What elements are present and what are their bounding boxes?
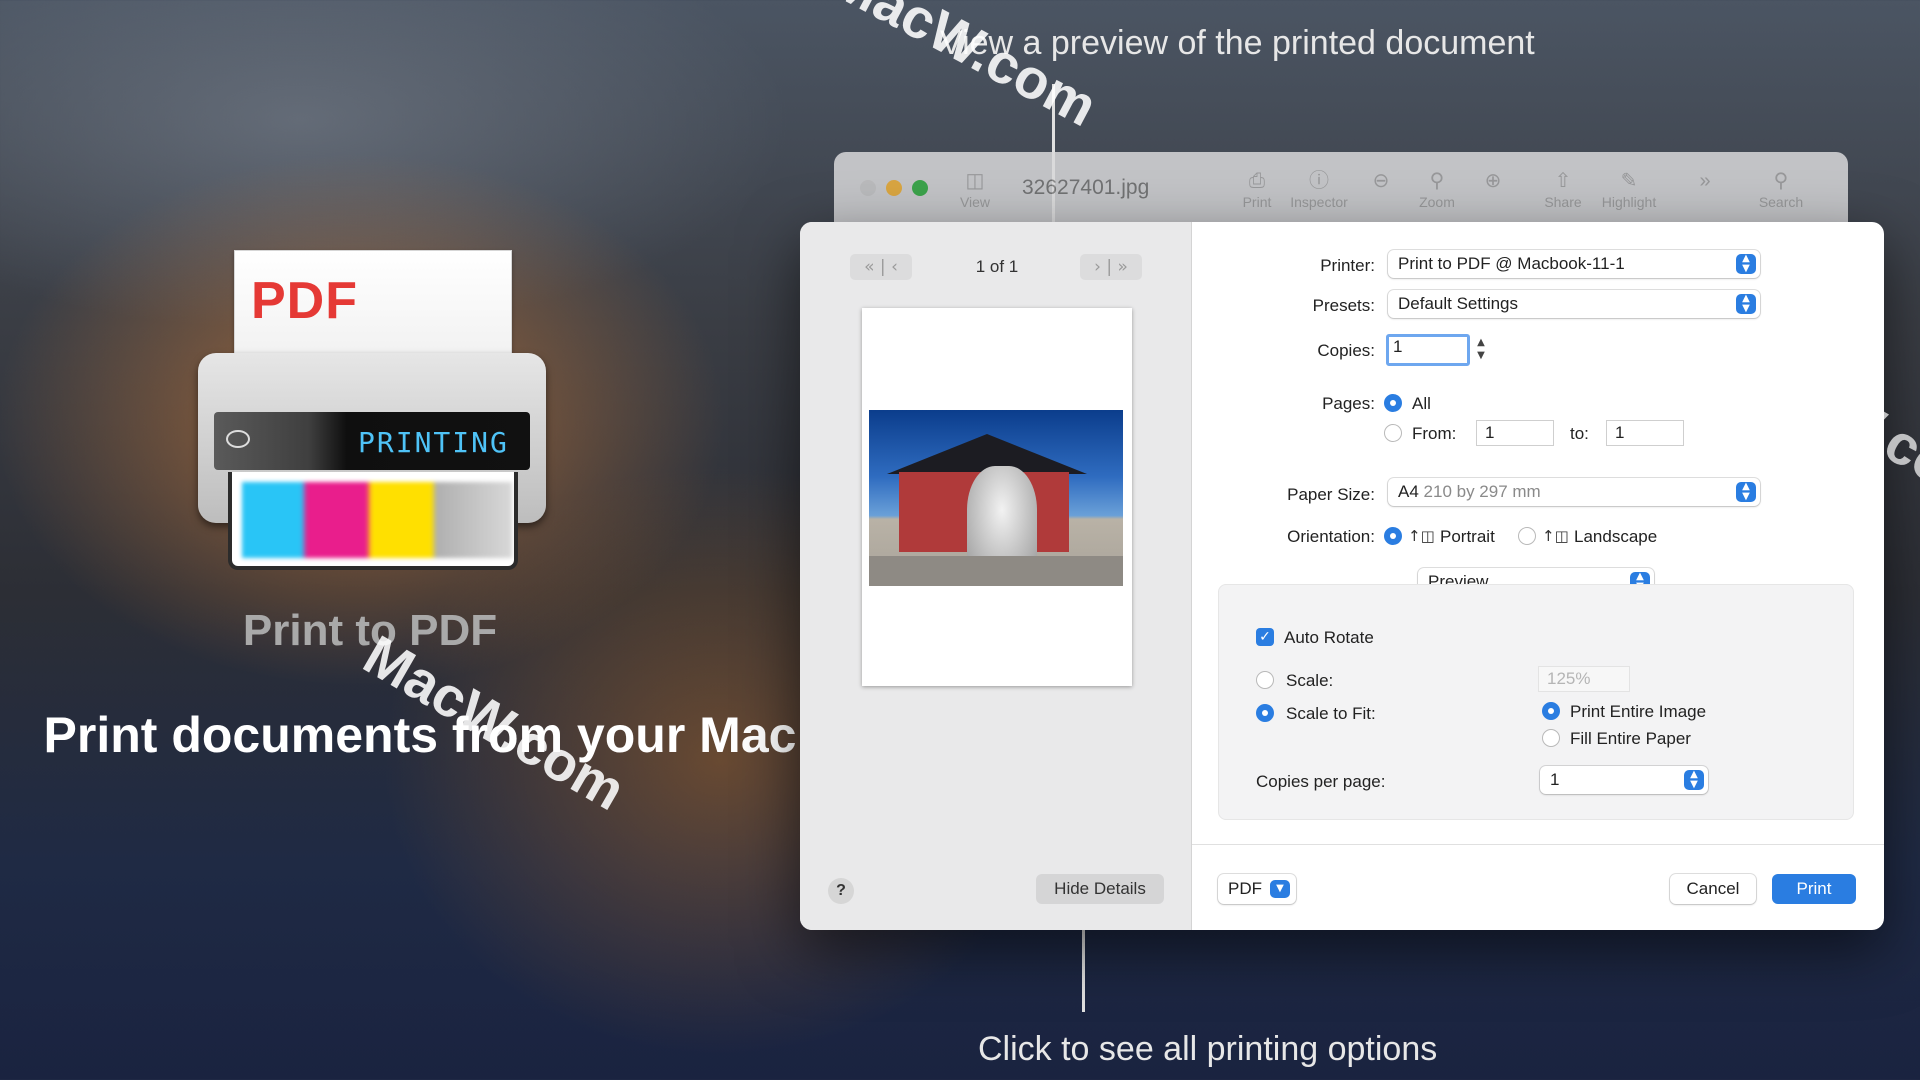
toolbar-view[interactable]: ◫ View <box>940 168 1010 210</box>
tagline: Print documents from your Mac <box>43 707 797 763</box>
toolbar-search[interactable]: ⚲ Search <box>1746 168 1816 210</box>
orientation-label: Orientation: <box>1287 527 1375 546</box>
sidebar-icon: ◫ <box>965 170 985 192</box>
fill-entire-paper-label: Fill Entire Paper <box>1570 729 1691 748</box>
printer-popup[interactable]: Print to PDF @ Macbook-11-1 ▲ ▼ <box>1388 250 1760 278</box>
printer-illustration: PDF PRINTING <box>198 248 546 574</box>
auto-rotate-checkbox[interactable]: ✓ <box>1256 628 1274 646</box>
pages-label: Pages: <box>1322 394 1375 413</box>
preview-photo <box>869 410 1123 586</box>
window-title: 32627401.jpg <box>1022 176 1150 199</box>
minimize-window-icon[interactable] <box>886 180 902 196</box>
cancel-button[interactable]: Cancel <box>1670 874 1756 904</box>
callout-line-bottom <box>1082 920 1085 1012</box>
callout-options: Click to see all printing options <box>978 1030 1438 1068</box>
printer-logo-icon <box>226 430 250 448</box>
scale-to-fit-label: Scale to Fit: <box>1286 704 1376 723</box>
page-preview <box>862 308 1132 686</box>
printer-label: Printer: <box>1320 256 1375 275</box>
landscape-radio[interactable] <box>1518 527 1536 545</box>
landscape-icon: ↑◫ <box>1542 527 1569 545</box>
ink-colors <box>242 482 512 558</box>
presets-popup[interactable]: Default Settings ▲ ▼ <box>1388 290 1760 318</box>
hide-details-button[interactable]: Hide Details <box>1036 874 1164 904</box>
search-icon: ⚲ <box>1773 170 1789 192</box>
scale-radio[interactable] <box>1256 671 1274 689</box>
popup-arrows-icon: ▲▼ <box>1736 482 1756 502</box>
preview-pane: « | ‹ 1 of 1 › | » ? Hide Details <box>800 222 1192 930</box>
chevron-down-icon: ▼ <box>1270 880 1290 898</box>
portrait-icon: ↑◫ <box>1408 527 1435 545</box>
toolbar-share[interactable]: ⇧ Share <box>1528 168 1598 210</box>
portrait-label: Portrait <box>1440 527 1495 546</box>
pages-from-field[interactable]: 1 <box>1476 420 1554 446</box>
print-entire-image-label: Print Entire Image <box>1570 702 1707 721</box>
paper-pdf-text: PDF <box>251 272 358 330</box>
landscape-label: Landscape <box>1574 527 1658 546</box>
toolbar-more[interactable]: » <box>1670 168 1740 194</box>
copies-stepper-icon[interactable]: ▲ ▼ <box>1474 336 1488 364</box>
first-prev-page-buttons[interactable]: « | ‹ <box>850 254 912 280</box>
help-button[interactable]: ? <box>828 878 854 904</box>
watermark: MacW.com <box>822 0 1108 139</box>
copies-field[interactable]: 1 <box>1386 334 1470 366</box>
auto-rotate-label: Auto Rotate <box>1284 628 1374 647</box>
copies-per-page-popup[interactable]: 1 ▲ ▼ <box>1540 766 1708 794</box>
info-icon: ⓘ <box>1309 170 1329 192</box>
pages-all-label: All <box>1412 394 1431 413</box>
printer-tray <box>228 472 518 570</box>
callout-preview: View a preview of the printed document <box>940 24 1535 62</box>
scale-to-fit-radio[interactable] <box>1256 704 1274 722</box>
popup-arrows-icon: ▲▼ <box>1736 294 1756 314</box>
previous-page-icon[interactable]: ‹ <box>891 257 898 277</box>
scale-label: Scale: <box>1286 671 1334 690</box>
scale-field[interactable]: 125% <box>1538 666 1630 692</box>
printer-screen-text: PRINTING <box>358 426 509 459</box>
print-button[interactable]: Print <box>1772 874 1856 904</box>
print-dialog: « | ‹ 1 of 1 › | » ? Hide Details Printe… <box>800 222 1884 930</box>
pdf-menu-button[interactable]: PDF ▼ <box>1218 874 1296 904</box>
toolbar-zoom-in[interactable]: ⊕ <box>1458 168 1528 194</box>
copies-per-page-label: Copies per page: <box>1256 772 1386 791</box>
next-last-page-buttons[interactable]: › | » <box>1080 254 1142 280</box>
pages-all-radio[interactable] <box>1384 394 1402 412</box>
pages-to-label: to: <box>1570 424 1589 443</box>
first-page-icon[interactable]: « <box>864 257 874 277</box>
footer-separator <box>1192 844 1884 845</box>
portrait-radio[interactable] <box>1384 527 1402 545</box>
print-icon: ⎙ <box>1249 170 1265 192</box>
toolbar-print[interactable]: ⎙ Print <box>1222 168 1292 210</box>
popup-arrows-icon: ▲▼ <box>1736 254 1756 274</box>
fill-entire-paper-radio[interactable] <box>1542 729 1560 747</box>
popup-arrows-icon: ▲▼ <box>1684 770 1704 790</box>
zoom-in-icon: ⊕ <box>1484 170 1502 192</box>
paper-size-label: Paper Size: <box>1287 485 1375 504</box>
highlight-icon: ✎ <box>1620 170 1638 192</box>
toolbar-highlight[interactable]: ✎ Highlight <box>1594 168 1664 210</box>
toolbar-inspector[interactable]: ⓘ Inspector <box>1284 168 1354 210</box>
pages-from-label: From: <box>1412 424 1457 443</box>
close-window-icon[interactable] <box>860 180 876 196</box>
zoom-window-icon[interactable] <box>912 180 928 196</box>
presets-label: Presets: <box>1312 296 1375 315</box>
pages-from-radio[interactable] <box>1384 424 1402 442</box>
more-icon: » <box>1699 170 1711 192</box>
copies-label: Copies: <box>1317 341 1375 360</box>
paper-size-popup[interactable]: A4 210 by 297 mm ▲ ▼ <box>1388 478 1760 506</box>
app-name: Print to PDF <box>242 606 498 655</box>
pages-to-field[interactable]: 1 <box>1606 420 1684 446</box>
print-entire-image-radio[interactable] <box>1542 702 1560 720</box>
last-page-icon[interactable]: » <box>1117 257 1127 277</box>
next-page-icon[interactable]: › <box>1094 257 1101 277</box>
share-icon: ⇧ <box>1554 170 1572 192</box>
page-count: 1 of 1 <box>975 257 1019 276</box>
